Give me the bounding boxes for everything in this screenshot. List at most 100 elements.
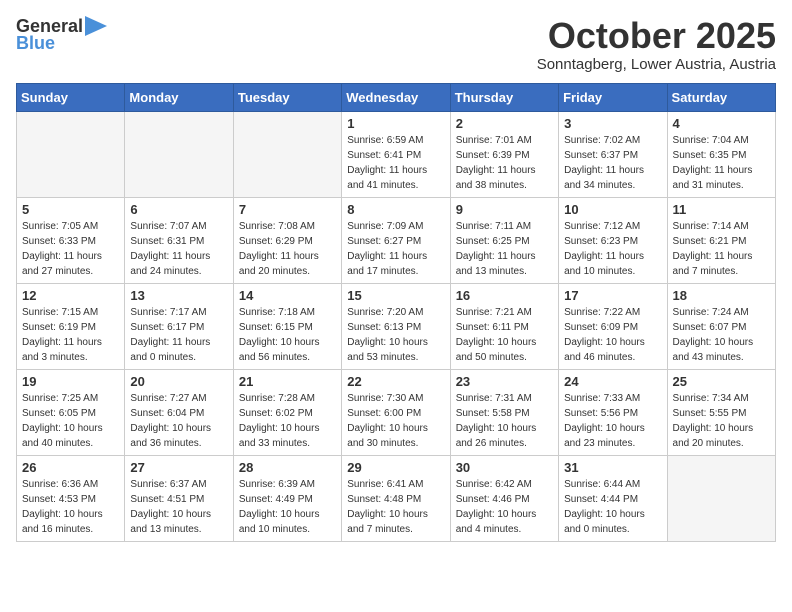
day-info: Sunrise: 7:28 AMSunset: 6:02 PMDaylight:… [239, 391, 336, 451]
table-row: 12 Sunrise: 7:15 AMSunset: 6:19 PMDayligh… [17, 283, 125, 369]
calendar-week-3: 12 Sunrise: 7:15 AMSunset: 6:19 PMDayligh… [17, 283, 776, 369]
day-info: Sunrise: 7:07 AMSunset: 6:31 PMDaylight:… [130, 219, 227, 279]
day-info: Sunrise: 7:14 AMSunset: 6:21 PMDaylight:… [673, 219, 770, 279]
table-row [125, 111, 233, 197]
day-info: Sunrise: 7:05 AMSunset: 6:33 PMDaylight:… [22, 219, 119, 279]
day-info: Sunrise: 7:17 AMSunset: 6:17 PMDaylight:… [130, 305, 227, 365]
table-row: 2Sunrise: 7:01 AMSunset: 6:39 PMDaylight… [450, 111, 558, 197]
table-row: 19 Sunrise: 7:25 AMSunset: 6:05 PMDayligh… [17, 369, 125, 455]
day-number: 23 [456, 374, 553, 389]
day-number: 26 [22, 460, 119, 475]
table-row: 3Sunrise: 7:02 AMSunset: 6:37 PMDaylight… [559, 111, 667, 197]
calendar-table: Sunday Monday Tuesday Wednesday Thursday… [16, 83, 776, 542]
col-saturday: Saturday [667, 83, 775, 111]
day-info: Sunrise: 6:41 AMSunset: 4:48 PMDaylight:… [347, 477, 444, 537]
day-number: 29 [347, 460, 444, 475]
logo-blue: Blue [16, 33, 55, 54]
day-info: Sunrise: 7:02 AMSunset: 6:37 PMDaylight:… [564, 133, 661, 193]
day-number: 18 [673, 288, 770, 303]
calendar-week-4: 19 Sunrise: 7:25 AMSunset: 6:05 PMDayligh… [17, 369, 776, 455]
calendar-header-row: Sunday Monday Tuesday Wednesday Thursday… [17, 83, 776, 111]
day-number: 12 [22, 288, 119, 303]
day-info: Sunrise: 7:15 AMSunset: 6:19 PMDaylight:… [22, 305, 119, 365]
day-number: 25 [673, 374, 770, 389]
table-row [17, 111, 125, 197]
day-number: 27 [130, 460, 227, 475]
table-row: 30 Sunrise: 6:42 AMSunset: 4:46 PMDayligh… [450, 455, 558, 541]
table-row: 9Sunrise: 7:11 AMSunset: 6:25 PMDaylight… [450, 197, 558, 283]
day-number: 11 [673, 202, 770, 217]
day-number: 24 [564, 374, 661, 389]
day-number: 15 [347, 288, 444, 303]
day-info: Sunrise: 7:12 AMSunset: 6:23 PMDaylight:… [564, 219, 661, 279]
calendar-week-5: 26 Sunrise: 6:36 AMSunset: 4:53 PMDayligh… [17, 455, 776, 541]
table-row: 23 Sunrise: 7:31 AMSunset: 5:58 PMDayligh… [450, 369, 558, 455]
day-info: Sunrise: 7:33 AMSunset: 5:56 PMDaylight:… [564, 391, 661, 451]
table-row: 5 Sunrise: 7:05 AMSunset: 6:33 PMDaylight… [17, 197, 125, 283]
page-header: General Blue October 2025 Sonntagberg, L… [16, 16, 776, 73]
day-info: Sunrise: 7:08 AMSunset: 6:29 PMDaylight:… [239, 219, 336, 279]
col-sunday: Sunday [17, 83, 125, 111]
day-info: Sunrise: 7:22 AMSunset: 6:09 PMDaylight:… [564, 305, 661, 365]
day-number: 21 [239, 374, 336, 389]
day-info: Sunrise: 6:37 AMSunset: 4:51 PMDaylight:… [130, 477, 227, 537]
col-wednesday: Wednesday [342, 83, 450, 111]
logo: General Blue [16, 16, 107, 54]
table-row: 1Sunrise: 6:59 AMSunset: 6:41 PMDaylight… [342, 111, 450, 197]
table-row: 25 Sunrise: 7:34 AMSunset: 5:55 PMDayligh… [667, 369, 775, 455]
day-number: 5 [22, 202, 119, 217]
table-row: 15Sunrise: 7:20 AMSunset: 6:13 PMDayligh… [342, 283, 450, 369]
day-info: Sunrise: 6:39 AMSunset: 4:49 PMDaylight:… [239, 477, 336, 537]
table-row: 16Sunrise: 7:21 AMSunset: 6:11 PMDayligh… [450, 283, 558, 369]
logo-arrow-icon [85, 16, 107, 36]
col-tuesday: Tuesday [233, 83, 341, 111]
table-row: 7Sunrise: 7:08 AMSunset: 6:29 PMDaylight… [233, 197, 341, 283]
table-row: 18 Sunrise: 7:24 AMSunset: 6:07 PMDayligh… [667, 283, 775, 369]
table-row [233, 111, 341, 197]
day-info: Sunrise: 6:42 AMSunset: 4:46 PMDaylight:… [456, 477, 553, 537]
table-row: 11 Sunrise: 7:14 AMSunset: 6:21 PMDayligh… [667, 197, 775, 283]
day-number: 28 [239, 460, 336, 475]
col-monday: Monday [125, 83, 233, 111]
day-info: Sunrise: 7:04 AMSunset: 6:35 PMDaylight:… [673, 133, 770, 193]
day-number: 10 [564, 202, 661, 217]
day-info: Sunrise: 7:31 AMSunset: 5:58 PMDaylight:… [456, 391, 553, 451]
day-number: 20 [130, 374, 227, 389]
day-number: 8 [347, 202, 444, 217]
day-number: 19 [22, 374, 119, 389]
day-info: Sunrise: 7:18 AMSunset: 6:15 PMDaylight:… [239, 305, 336, 365]
table-row: 29 Sunrise: 6:41 AMSunset: 4:48 PMDayligh… [342, 455, 450, 541]
table-row: 22Sunrise: 7:30 AMSunset: 6:00 PMDayligh… [342, 369, 450, 455]
day-number: 14 [239, 288, 336, 303]
day-info: Sunrise: 6:44 AMSunset: 4:44 PMDaylight:… [564, 477, 661, 537]
table-row [667, 455, 775, 541]
day-number: 17 [564, 288, 661, 303]
day-number: 30 [456, 460, 553, 475]
table-row: 21 Sunrise: 7:28 AMSunset: 6:02 PMDayligh… [233, 369, 341, 455]
day-info: Sunrise: 7:09 AMSunset: 6:27 PMDaylight:… [347, 219, 444, 279]
col-friday: Friday [559, 83, 667, 111]
day-info: Sunrise: 7:01 AMSunset: 6:39 PMDaylight:… [456, 133, 553, 193]
table-row: 28 Sunrise: 6:39 AMSunset: 4:49 PMDayligh… [233, 455, 341, 541]
table-row: 6 Sunrise: 7:07 AMSunset: 6:31 PMDaylight… [125, 197, 233, 283]
table-row: 8 Sunrise: 7:09 AMSunset: 6:27 PMDaylight… [342, 197, 450, 283]
day-info: Sunrise: 7:25 AMSunset: 6:05 PMDaylight:… [22, 391, 119, 451]
table-row: 26 Sunrise: 6:36 AMSunset: 4:53 PMDayligh… [17, 455, 125, 541]
location-subtitle: Sonntagberg, Lower Austria, Austria [537, 56, 776, 73]
table-row: 13 Sunrise: 7:17 AMSunset: 6:17 PMDayligh… [125, 283, 233, 369]
day-number: 6 [130, 202, 227, 217]
table-row: 27 Sunrise: 6:37 AMSunset: 4:51 PMDayligh… [125, 455, 233, 541]
day-info: Sunrise: 7:34 AMSunset: 5:55 PMDaylight:… [673, 391, 770, 451]
calendar-week-1: 1Sunrise: 6:59 AMSunset: 6:41 PMDaylight… [17, 111, 776, 197]
day-info: Sunrise: 7:24 AMSunset: 6:07 PMDaylight:… [673, 305, 770, 365]
table-row: 17 Sunrise: 7:22 AMSunset: 6:09 PMDayligh… [559, 283, 667, 369]
table-row: 24 Sunrise: 7:33 AMSunset: 5:56 PMDayligh… [559, 369, 667, 455]
day-number: 4 [673, 116, 770, 131]
day-number: 16 [456, 288, 553, 303]
day-info: Sunrise: 6:36 AMSunset: 4:53 PMDaylight:… [22, 477, 119, 537]
day-info: Sunrise: 7:27 AMSunset: 6:04 PMDaylight:… [130, 391, 227, 451]
day-number: 22 [347, 374, 444, 389]
calendar-week-2: 5 Sunrise: 7:05 AMSunset: 6:33 PMDaylight… [17, 197, 776, 283]
table-row: 14 Sunrise: 7:18 AMSunset: 6:15 PMDayligh… [233, 283, 341, 369]
day-number: 13 [130, 288, 227, 303]
